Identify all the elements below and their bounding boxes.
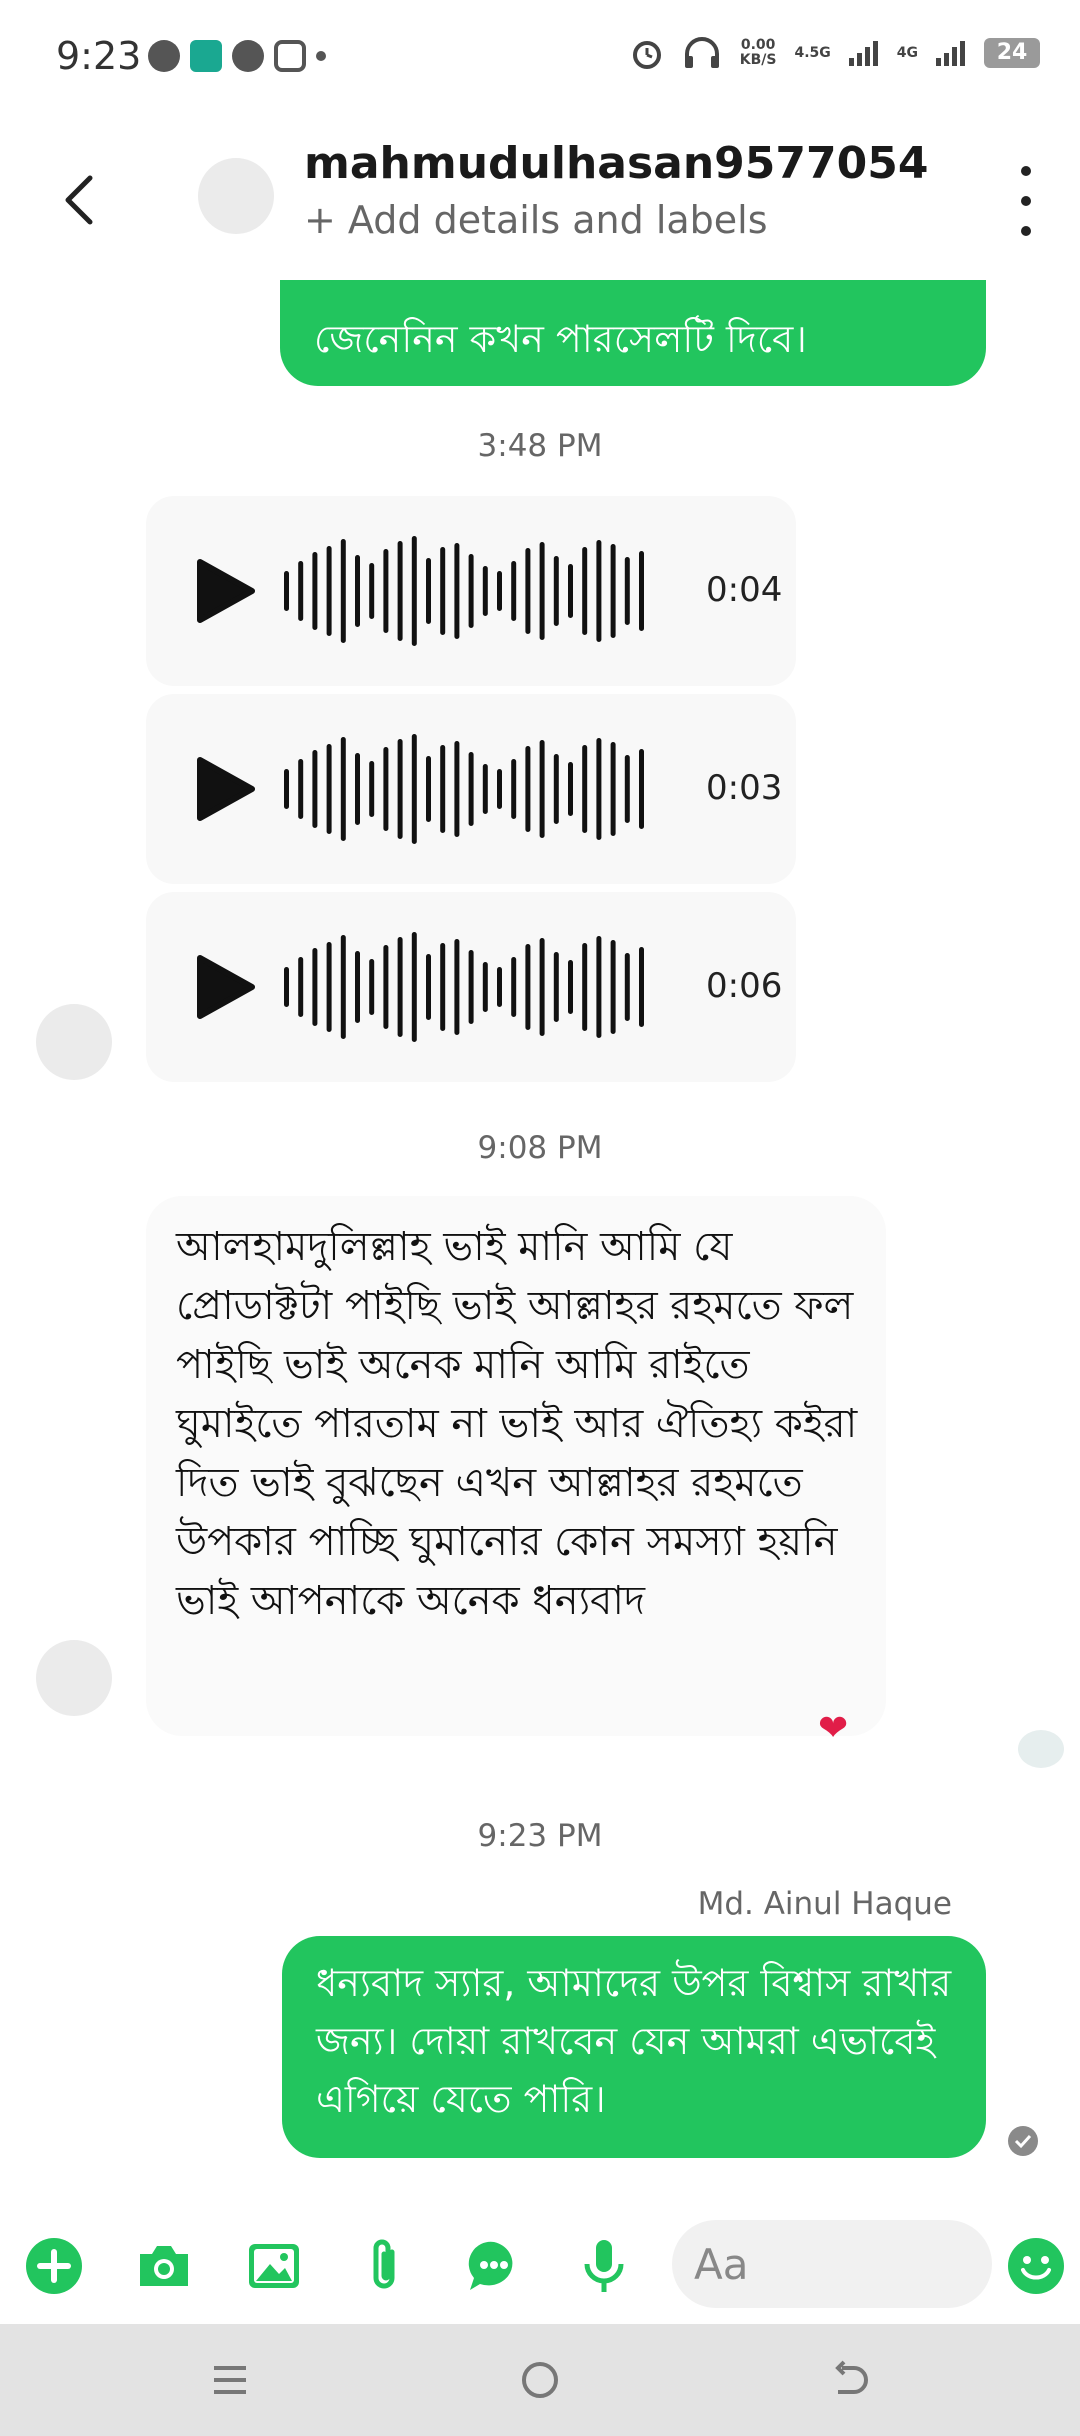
outgoing-message-bubble[interactable]: ধন্যবাদ স্যার, আমাদের উপর বিশ্বাস রাখার … [282,1936,986,2158]
chat-header: mahmudulhasan9577054 + Add details and l… [0,120,1080,280]
waveform[interactable] [278,930,658,1044]
sender-name: Md. Ainul Haque [697,1886,952,1922]
play-icon[interactable] [192,954,258,1020]
speed-value: 0.00 [740,37,776,53]
voice-message[interactable]: 0:03 [146,694,796,884]
voice-duration: 0:06 [706,966,783,1006]
microphone-icon[interactable] [574,2236,634,2296]
alarm-icon [632,41,661,69]
add-details-link[interactable]: + Add details and labels [304,198,768,242]
play-icon[interactable] [192,756,258,822]
signal-icon-1 [848,41,878,66]
voice-duration: 0:04 [706,570,783,610]
play-icon[interactable] [192,558,258,624]
sender-avatar[interactable] [36,1004,112,1080]
status-bar: 9:23 0.00 KB/S 4.5G 4G 24 [0,0,1080,110]
attachment-icon[interactable] [354,2236,414,2296]
camera-icon[interactable] [134,2236,194,2296]
network-speed: 0.00 KB/S [740,38,777,68]
heart-reaction-icon[interactable]: ❤ [818,1708,848,1749]
system-icons: 0.00 KB/S 4.5G 4G 24 [630,36,1040,70]
waveform[interactable] [278,534,658,648]
more-options-icon[interactable] [1016,166,1036,236]
recents-icon[interactable] [210,2360,250,2400]
chat-icon[interactable] [464,2236,524,2296]
network-type-1: 4.5G [794,45,831,61]
contact-name[interactable]: mahmudulhasan9577054 [304,138,928,189]
message-text: জেনেনিন কখন পারসেলটি দিবে। [314,317,807,361]
battery-indicator: 24 [984,38,1040,68]
message-composer: Aa [0,2204,1080,2324]
speed-unit: KB/S [739,52,777,68]
gallery-icon[interactable] [244,2236,304,2296]
voice-message[interactable]: 0:06 [146,892,796,1082]
contact-avatar[interactable] [198,158,274,234]
timestamp-separator: 9:08 PM [477,1130,603,1166]
network-type-2: 4G [896,45,918,61]
home-icon[interactable] [520,2360,560,2400]
headphones-icon [684,37,719,68]
app-icon [232,40,264,72]
emoji-icon[interactable] [1006,2236,1066,2296]
vpn-icon [190,40,222,72]
waveform[interactable] [278,732,658,846]
voice-duration: 0:03 [706,768,783,808]
timestamp-separator: 3:48 PM [477,428,603,464]
incoming-message-text: আলহামদুলিল্লাহ ভাই মানি আমি যে প্রোডাক্ট… [176,1224,858,1624]
system-navigation-bar [0,2324,1080,2436]
voice-message[interactable]: 0:04 [146,496,796,686]
notification-icons [148,40,326,72]
back-arrow-icon[interactable] [60,170,100,230]
sender-avatar[interactable] [36,1640,112,1716]
messenger-icon [148,40,180,72]
read-receipt-avatar [1018,1730,1064,1768]
back-icon[interactable] [830,2360,870,2400]
instagram-icon [274,40,306,72]
message-text: ধন্যবাদ স্যার, আমাদের উপর বিশ্বাস রাখার … [316,1961,952,2121]
timestamp-separator: 9:23 PM [477,1818,603,1854]
message-input-placeholder: Aa [694,2240,749,2289]
sent-check-icon [1008,2126,1038,2156]
message-input[interactable]: Aa [672,2220,992,2308]
plus-icon[interactable] [24,2236,84,2296]
status-time: 9:23 [56,34,142,78]
signal-icon-2 [936,41,965,66]
more-notifications-dot [316,51,326,61]
